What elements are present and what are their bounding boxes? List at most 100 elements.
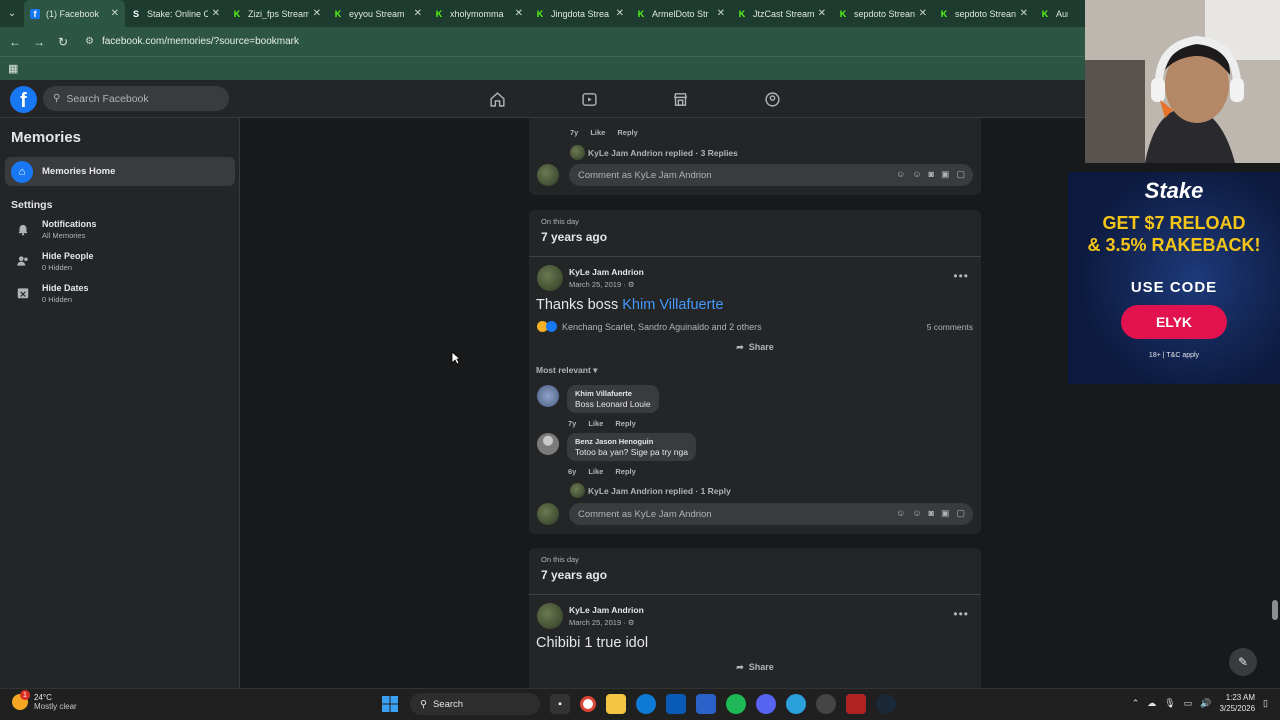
sidebar-item-hide-people[interactable]: Hide People 0 Hidden (12, 250, 94, 272)
close-icon[interactable]: ✕ (212, 8, 220, 19)
browser-tab[interactable]: K ArmelDoto Str ✕ (630, 0, 731, 27)
close-icon[interactable]: ✕ (414, 8, 422, 19)
browser-tab[interactable]: K eyyou Stream ✕ (327, 0, 428, 27)
comment-author[interactable]: Khim Villafuerte (575, 389, 651, 398)
browser-tab[interactable]: K sepdoto Strean ✕ (832, 0, 933, 27)
spotify-icon[interactable] (726, 694, 746, 714)
taskbar-search[interactable]: ⚲ Search (410, 693, 540, 715)
microphone-icon[interactable]: 🎙 (1164, 698, 1175, 709)
post-author[interactable]: KyLe Jam Andrion (569, 267, 644, 277)
site-info-icon[interactable]: ⚙ (85, 36, 94, 47)
like-link[interactable]: Like (590, 128, 605, 137)
mention-link[interactable]: Khim Villafuerte (622, 297, 723, 313)
groups-icon[interactable] (762, 89, 782, 109)
scrollbar-thumb[interactable] (1272, 600, 1278, 620)
reply-link[interactable]: Reply (617, 128, 637, 137)
steam-icon[interactable] (876, 694, 896, 714)
avatar[interactable] (537, 433, 559, 455)
view-replies-link[interactable]: KyLe Jam Andrion replied · 1 Reply (570, 483, 731, 498)
camera-icon[interactable]: ◙ (929, 169, 934, 180)
monitor-icon[interactable]: ▭ (1184, 698, 1193, 709)
close-icon[interactable]: ✕ (111, 8, 119, 19)
sticker-icon[interactable]: ▢ (956, 169, 965, 180)
apps-grid-icon[interactable]: ▦ (8, 62, 18, 75)
emoji-icon[interactable]: ☺ (912, 508, 921, 519)
stake-ad-banner[interactable]: Stake GET $7 RELOAD & 3.5% RAKEBACK! USE… (1068, 172, 1280, 384)
close-icon[interactable]: ✕ (818, 8, 826, 19)
gif-icon[interactable]: ▣ (941, 169, 950, 180)
like-link[interactable]: Like (588, 419, 603, 428)
more-options-icon[interactable]: ••• (953, 607, 969, 621)
browser-tab[interactable]: f (1) Facebook ✕ (24, 0, 125, 27)
cloud-icon[interactable]: ☁ (1147, 698, 1156, 709)
task-view-icon[interactable]: ▪ (550, 694, 570, 714)
comments-count[interactable]: 5 comments (927, 322, 973, 332)
clock[interactable]: 1:23 AM 3/25/2026 (1219, 692, 1255, 714)
close-icon[interactable]: ✕ (919, 8, 927, 19)
comment-sort-dropdown[interactable]: Most relevant ▾ (536, 365, 597, 376)
browser-tab[interactable]: K Zizi_fps Stream ✕ (226, 0, 327, 27)
reply-link[interactable]: Reply (615, 467, 635, 476)
windows-start-icon[interactable] (380, 694, 400, 714)
view-replies-link[interactable]: KyLe Jam Andrion replied · 3 Replies (570, 145, 738, 160)
store-icon[interactable] (666, 694, 686, 714)
telegram-icon[interactable] (786, 694, 806, 714)
new-message-button[interactable]: ✎ (1229, 648, 1257, 676)
avatar[interactable] (537, 603, 563, 629)
app-icon[interactable] (846, 694, 866, 714)
share-button[interactable]: ➦ Share (529, 662, 981, 673)
file-explorer-icon[interactable] (606, 694, 626, 714)
video-icon[interactable] (579, 89, 599, 109)
search-input[interactable]: ⚲ Search Facebook (43, 86, 229, 111)
avatar[interactable] (537, 265, 563, 291)
forward-icon[interactable]: → (27, 35, 51, 49)
sidebar-item-notifications[interactable]: Notifications All Memories (12, 218, 97, 240)
like-link[interactable]: Like (588, 467, 603, 476)
photos-icon[interactable] (696, 694, 716, 714)
back-icon[interactable]: ← (3, 35, 27, 49)
chrome-icon[interactable] (580, 696, 596, 712)
tab-search-icon[interactable]: ⌄ (0, 0, 24, 27)
marketplace-icon[interactable] (670, 89, 690, 109)
camera-icon[interactable]: ◙ (929, 508, 934, 519)
comment-author[interactable]: Benz Jason Henoguin (575, 437, 688, 446)
more-options-icon[interactable]: ••• (953, 269, 969, 283)
close-icon[interactable]: ✕ (313, 8, 321, 19)
close-icon[interactable]: ✕ (515, 8, 523, 19)
browser-tab[interactable]: S Stake: Online C ✕ (125, 0, 226, 27)
browser-tab[interactable]: K xholymomma ✕ (428, 0, 529, 27)
close-icon[interactable]: ✕ (717, 8, 725, 19)
facebook-logo-icon[interactable]: f (10, 86, 37, 113)
browser-tab[interactable]: K JtzCast Stream ✕ (731, 0, 832, 27)
reply-link[interactable]: Reply (615, 419, 635, 428)
edge-icon[interactable] (636, 694, 656, 714)
gif-icon[interactable]: ▣ (941, 508, 950, 519)
sticker-icon[interactable]: ▢ (956, 508, 965, 519)
emoji-icon[interactable]: ☺ (912, 169, 921, 180)
obs-icon[interactable] (816, 694, 836, 714)
browser-tab[interactable]: K sepdoto Strean ✕ (933, 0, 1034, 27)
home-icon[interactable] (487, 89, 507, 109)
weather-widget[interactable]: 1 24°C Mostly clear (12, 690, 77, 711)
sidebar-item-memories-home[interactable]: ⌂ Memories Home (5, 157, 235, 186)
post-author[interactable]: KyLe Jam Andrion (569, 605, 644, 615)
reload-icon[interactable]: ↻ (51, 35, 75, 49)
browser-tab[interactable]: K Jingdota Strea ✕ (529, 0, 630, 27)
browser-tab[interactable]: K Aurora (1034, 0, 1074, 27)
avatar-sticker-icon[interactable]: ☺ (896, 169, 905, 180)
avatar-sticker-icon[interactable]: ☺ (896, 508, 905, 519)
promo-code-button[interactable]: ELYK (1121, 305, 1227, 339)
comment-input[interactable]: Comment as KyLe Jam Andrion ☺ ☺ ◙ ▣ ▢ (569, 164, 973, 186)
reactions-summary[interactable]: Kenchang Scarlet, Sandro Aguinaldo and 2… (537, 321, 762, 332)
sidebar-item-hide-dates[interactable]: Hide Dates 0 Hidden (12, 282, 89, 304)
volume-icon[interactable]: 🔊 (1200, 698, 1211, 709)
close-icon[interactable]: ✕ (1020, 8, 1028, 19)
discord-icon[interactable] (756, 694, 776, 714)
comment-input[interactable]: Comment as KyLe Jam Andrion ☺ ☺ ◙ ▣ ▢ (569, 503, 973, 525)
close-icon[interactable]: ✕ (616, 8, 624, 19)
url-field[interactable]: ⚙ facebook.com/memories/?source=bookmark (85, 36, 299, 47)
avatar[interactable] (537, 385, 559, 407)
chevron-up-icon[interactable]: ⌃ (1132, 698, 1140, 709)
share-button[interactable]: ➦ Share (529, 342, 981, 353)
notifications-icon[interactable]: ▯ (1263, 698, 1268, 709)
